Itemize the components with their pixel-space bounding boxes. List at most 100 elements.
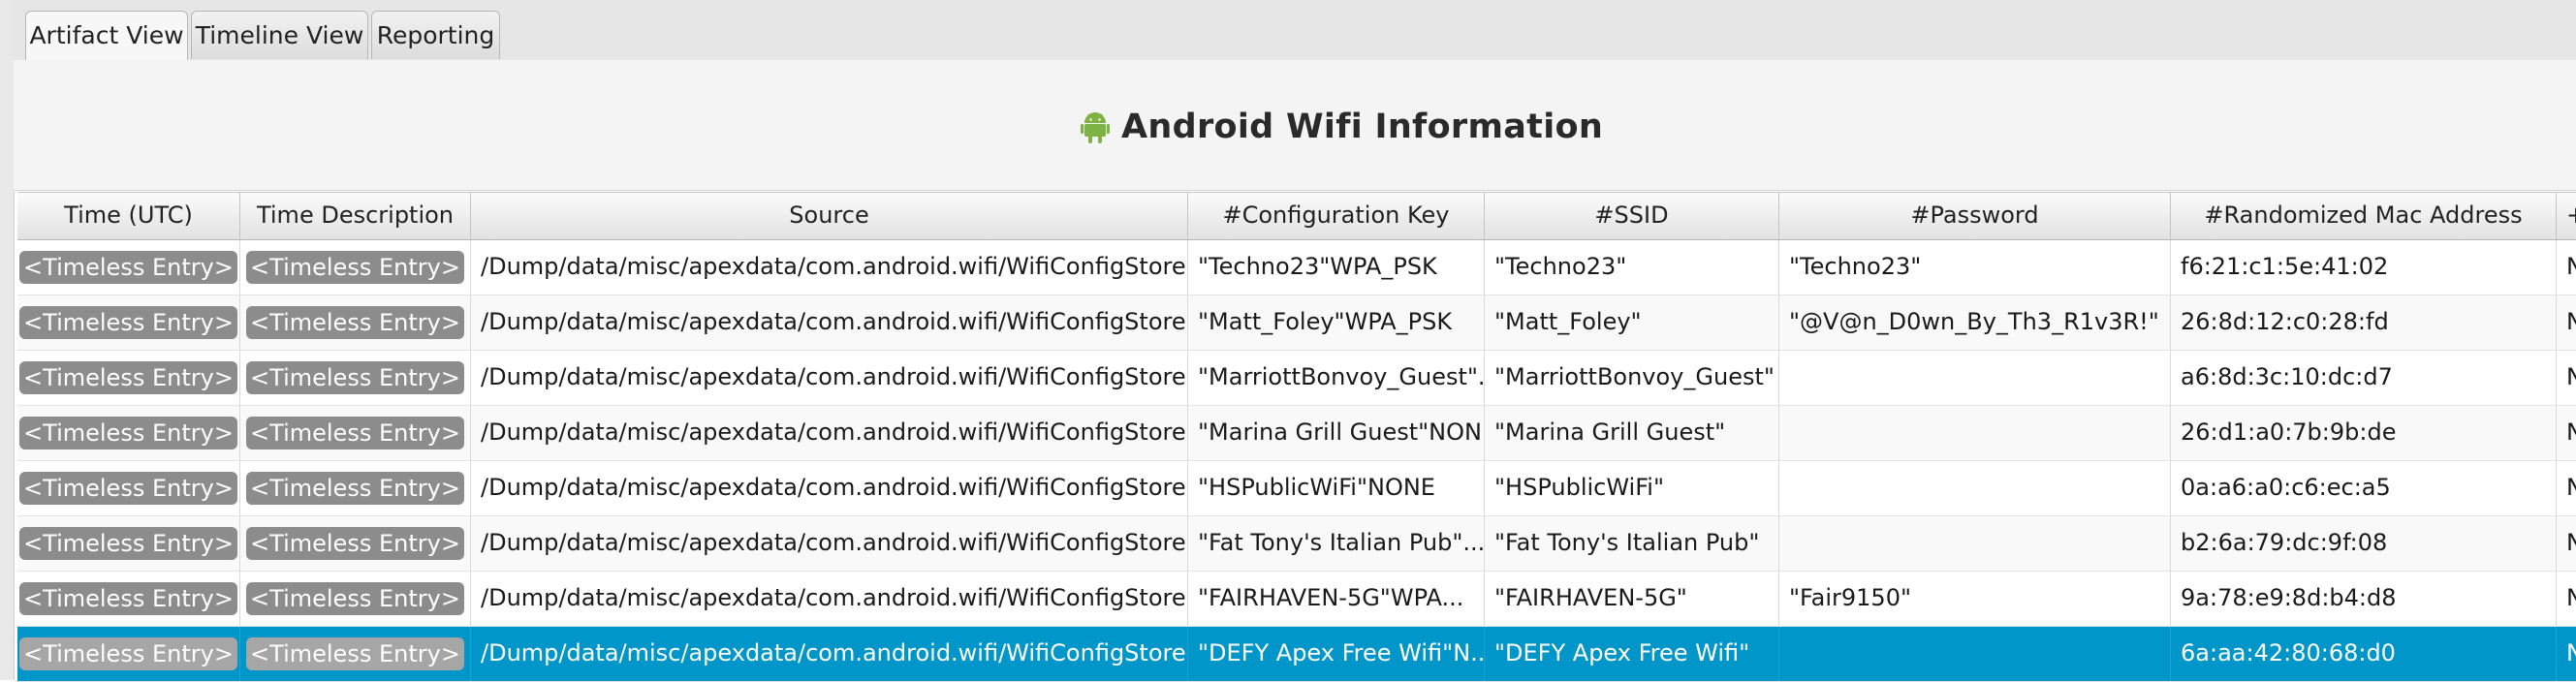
extra-cell: N <box>2566 474 2576 501</box>
password-cell <box>1779 627 2171 681</box>
left-gutter <box>0 0 15 680</box>
table-row[interactable]: <Timeless Entry> <Timeless Entry> /Dump/… <box>17 240 2576 295</box>
configuration-key-cell: "DEFY Apex Free Wifi"N... <box>1188 627 1485 681</box>
table-header: Time (UTC) Time Description Source #Conf… <box>17 192 2576 240</box>
table-row[interactable]: <Timeless Entry> <Timeless Entry> /Dump/… <box>17 516 2576 572</box>
extra-cell: N <box>2566 308 2576 335</box>
table-row[interactable]: <Timeless Entry> <Timeless Entry> /Dump/… <box>17 295 2576 351</box>
ssid-cell: "MarriottBonvoy_Guest" <box>1485 351 1779 405</box>
timeless-badge: <Timeless Entry> <box>19 361 237 394</box>
column-header-ssid[interactable]: #SSID <box>1485 193 1779 239</box>
timeless-badge: <Timeless Entry> <box>19 637 237 670</box>
report-header: Android Wifi Information <box>14 60 2576 191</box>
mac-address-cell: f6:21:c1:5e:41:02 <box>2171 240 2557 294</box>
report-title-group: Android Wifi Information <box>1081 103 1603 151</box>
time-description-cell: <Timeless Entry> <box>240 295 471 350</box>
mac-address-cell: 0a:a6:a0:c6:ec:a5 <box>2171 461 2557 515</box>
time-description-cell: <Timeless Entry> <box>240 406 471 460</box>
column-header-configuration-key[interactable]: #Configuration Key <box>1188 193 1485 239</box>
column-header-time-description[interactable]: Time Description <box>240 193 471 239</box>
report-title: Android Wifi Information <box>1121 108 1604 146</box>
time-cell: <Timeless Entry> <box>17 572 240 626</box>
time-cell: <Timeless Entry> <box>17 240 240 294</box>
ssid-cell: "Fat Tony's Italian Pub" <box>1485 516 1779 571</box>
configuration-key-cell: "FAIRHAVEN-5G"WPA... <box>1188 572 1485 626</box>
time-cell: <Timeless Entry> <box>17 627 240 681</box>
column-header-time[interactable]: Time (UTC) <box>17 193 240 239</box>
timeless-badge: <Timeless Entry> <box>246 527 464 560</box>
time-description-cell: <Timeless Entry> <box>240 461 471 515</box>
table-row[interactable]: <Timeless Entry> <Timeless Entry> /Dump/… <box>17 351 2576 406</box>
tab-reporting[interactable]: Reporting <box>371 11 500 59</box>
extra-cell: N <box>2566 363 2576 390</box>
time-description-cell: <Timeless Entry> <box>240 240 471 294</box>
timeless-badge: <Timeless Entry> <box>19 582 237 615</box>
mac-address-cell: 9a:78:e9:8d:b4:d8 <box>2171 572 2557 626</box>
password-cell <box>1779 461 2171 515</box>
time-description-cell: <Timeless Entry> <box>240 351 471 405</box>
mac-address-cell: a6:8d:3c:10:dc:d7 <box>2171 351 2557 405</box>
column-header-source[interactable]: Source <box>471 193 1188 239</box>
timeless-badge: <Timeless Entry> <box>246 582 464 615</box>
source-cell: /Dump/data/misc/apexdata/com.android.wif… <box>471 406 1188 460</box>
password-cell: "@V@n_D0wn_By_Th3_R1v3R!" <box>1779 295 2171 350</box>
extra-cell: N <box>2566 253 2576 280</box>
password-cell <box>1779 516 2171 571</box>
timeless-badge: <Timeless Entry> <box>246 361 464 394</box>
timeless-badge: <Timeless Entry> <box>19 251 237 284</box>
timeless-badge: <Timeless Entry> <box>19 527 237 560</box>
timeless-badge: <Timeless Entry> <box>246 417 464 450</box>
android-robot-icon <box>1081 110 1110 143</box>
extra-cell: N <box>2566 639 2576 666</box>
configuration-key-cell: "Fat Tony's Italian Pub"... <box>1188 516 1485 571</box>
source-cell: /Dump/data/misc/apexdata/com.android.wif… <box>471 516 1188 571</box>
column-header-password[interactable]: #Password <box>1779 193 2171 239</box>
tab-artifact-view[interactable]: Artifact View <box>25 11 188 61</box>
source-cell: /Dump/data/misc/apexdata/com.android.wif… <box>471 295 1188 350</box>
time-cell: <Timeless Entry> <box>17 406 240 460</box>
time-cell: <Timeless Entry> <box>17 295 240 350</box>
table-row-selected[interactable]: <Timeless Entry> <Timeless Entry> /Dump/… <box>17 627 2576 682</box>
time-cell: <Timeless Entry> <box>17 461 240 515</box>
time-cell: <Timeless Entry> <box>17 351 240 405</box>
table-row[interactable]: <Timeless Entry> <Timeless Entry> /Dump/… <box>17 406 2576 461</box>
configuration-key-cell: "Matt_Foley"WPA_PSK <box>1188 295 1485 350</box>
timeless-badge: <Timeless Entry> <box>246 472 464 505</box>
table-row[interactable]: <Timeless Entry> <Timeless Entry> /Dump/… <box>17 461 2576 516</box>
time-description-cell: <Timeless Entry> <box>240 572 471 626</box>
password-cell: "Fair9150" <box>1779 572 2171 626</box>
timeless-badge: <Timeless Entry> <box>19 417 237 450</box>
tab-bar: Artifact View Timeline View Reporting <box>14 0 2576 61</box>
extra-cell: N <box>2566 529 2576 556</box>
tab-timeline-view[interactable]: Timeline View <box>191 11 368 59</box>
source-cell: /Dump/data/misc/apexdata/com.android.wif… <box>471 572 1188 626</box>
table-row[interactable]: <Timeless Entry> <Timeless Entry> /Dump/… <box>17 572 2576 627</box>
column-header-randomized-mac[interactable]: #Randomized Mac Address <box>2171 193 2557 239</box>
configuration-key-cell: "MarriottBonvoy_Guest"... <box>1188 351 1485 405</box>
password-cell <box>1779 406 2171 460</box>
configuration-key-cell: "Techno23"WPA_PSK <box>1188 240 1485 294</box>
configuration-key-cell: "Marina Grill Guest"NONE <box>1188 406 1485 460</box>
wifi-table: Time (UTC) Time Description Source #Conf… <box>17 192 2576 682</box>
timeless-badge: <Timeless Entry> <box>246 306 464 339</box>
ssid-cell: "Techno23" <box>1485 240 1779 294</box>
mac-address-cell: b2:6a:79:dc:9f:08 <box>2171 516 2557 571</box>
ssid-cell: "FAIRHAVEN-5G" <box>1485 572 1779 626</box>
time-description-cell: <Timeless Entry> <box>240 516 471 571</box>
mac-address-cell: 26:d1:a0:7b:9b:de <box>2171 406 2557 460</box>
column-header-more[interactable]: + <box>2557 193 2576 239</box>
time-cell: <Timeless Entry> <box>17 516 240 571</box>
timeless-badge: <Timeless Entry> <box>246 251 464 284</box>
timeless-badge: <Timeless Entry> <box>19 306 237 339</box>
ssid-cell: "Matt_Foley" <box>1485 295 1779 350</box>
timeless-badge: <Timeless Entry> <box>246 637 464 670</box>
source-cell: /Dump/data/misc/apexdata/com.android.wif… <box>471 240 1188 294</box>
time-description-cell: <Timeless Entry> <box>240 627 471 681</box>
extra-cell: N <box>2566 584 2576 611</box>
ssid-cell: "HSPublicWiFi" <box>1485 461 1779 515</box>
password-cell <box>1779 351 2171 405</box>
source-cell: /Dump/data/misc/apexdata/com.android.wif… <box>471 461 1188 515</box>
source-cell: /Dump/data/misc/apexdata/com.android.wif… <box>471 627 1188 681</box>
source-cell: /Dump/data/misc/apexdata/com.android.wif… <box>471 351 1188 405</box>
timeless-badge: <Timeless Entry> <box>19 472 237 505</box>
